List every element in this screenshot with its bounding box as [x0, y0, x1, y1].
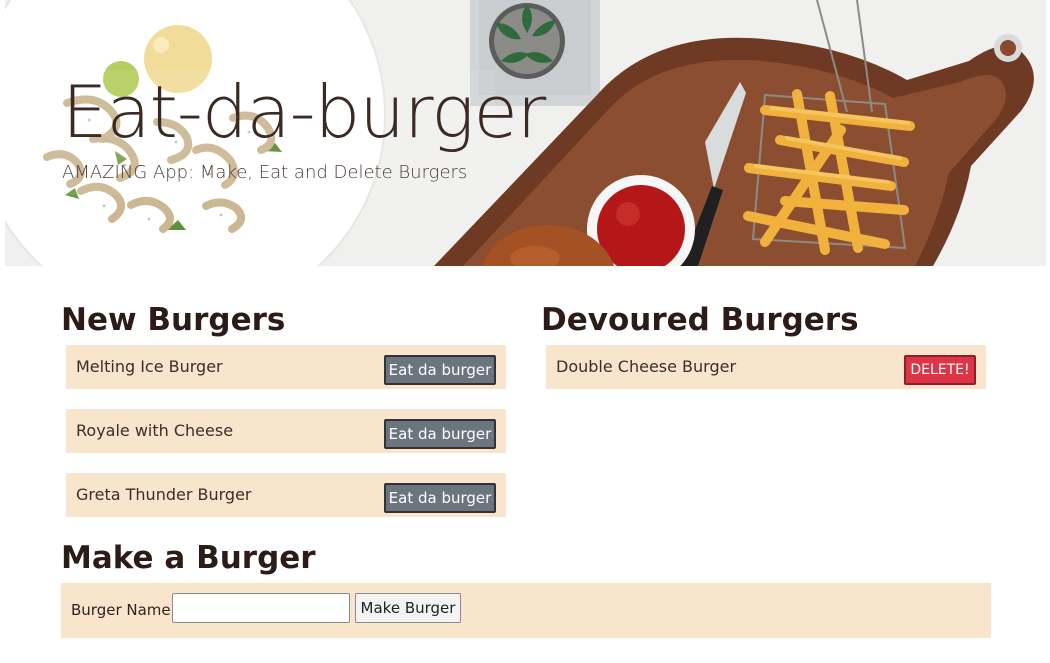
hero-banner: Eat-da-burger AMAZING App: Make, Eat and… — [5, 0, 1046, 266]
burger-name: Greta Thunder Burger — [76, 485, 252, 504]
burger-name-input[interactable] — [172, 593, 350, 623]
new-burger-row: Royale with Cheese Eat da burger — [66, 409, 506, 453]
burger-name-label: Burger Name: — [71, 601, 176, 619]
delete-burger-button[interactable]: DELETE! — [904, 355, 976, 385]
devoured-burger-row: Double Cheese Burger DELETE! — [546, 345, 986, 389]
make-burger-heading: Make a Burger — [61, 540, 316, 576]
new-burger-row: Melting Ice Burger Eat da burger — [66, 345, 506, 389]
eat-da-burger-button[interactable]: Eat da burger — [384, 483, 496, 513]
make-burger-button[interactable]: Make Burger — [355, 593, 461, 623]
page-subtitle: AMAZING App: Make, Eat and Delete Burger… — [62, 162, 468, 183]
burger-name: Melting Ice Burger — [76, 357, 223, 376]
devoured-burgers-heading: Devoured Burgers — [541, 302, 859, 338]
page-title: Eat-da-burger — [62, 70, 546, 154]
eat-da-burger-button[interactable]: Eat da burger — [384, 419, 496, 449]
burger-name: Double Cheese Burger — [556, 357, 737, 376]
new-burger-row: Greta Thunder Burger Eat da burger — [66, 473, 506, 517]
new-burgers-heading: New Burgers — [61, 302, 286, 338]
eat-da-burger-button[interactable]: Eat da burger — [384, 355, 496, 385]
make-burger-form: Burger Name: Make Burger — [61, 583, 991, 638]
burger-name: Royale with Cheese — [76, 421, 234, 440]
